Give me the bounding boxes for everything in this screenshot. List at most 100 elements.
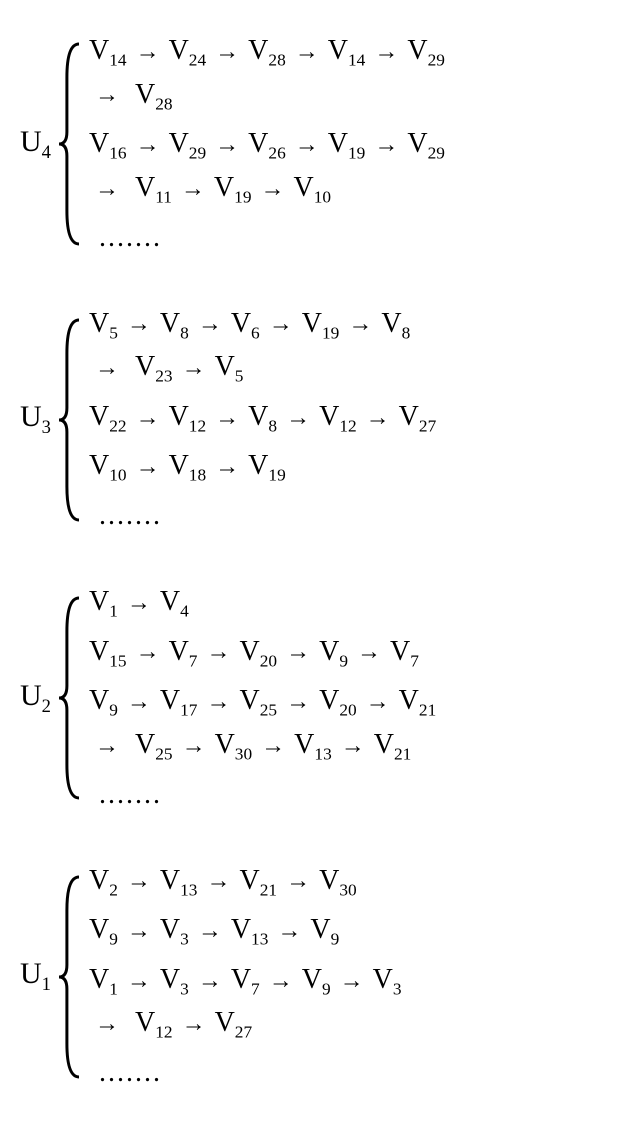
arrow-icon: → — [295, 127, 319, 163]
arrow-icon: → — [136, 400, 160, 436]
arrow-icon: → — [374, 127, 398, 163]
arrow-icon: → — [206, 863, 230, 899]
node: V8 — [160, 303, 189, 347]
ellipsis: ....... — [99, 1052, 162, 1094]
arrow-icon: → — [366, 684, 390, 720]
arrow-icon: → — [127, 963, 151, 999]
arrow-icon: → — [286, 863, 310, 899]
group-u4: U4 V14→V24→V28→V14→V29→ V28V16→V29→V26→V… — [20, 30, 597, 259]
node: V21 — [239, 860, 277, 904]
arrow-icon: → — [374, 34, 398, 70]
node: V15 — [89, 631, 127, 675]
arrow-icon: → — [127, 306, 151, 342]
node: V3 — [160, 909, 189, 953]
node: V8 — [381, 303, 410, 347]
node: V13 — [294, 724, 332, 768]
arrow-icon: → — [95, 171, 119, 207]
group-content: V1→V4V15→V7→V20→V9→V7V9→V17→V25→V20→V21→… — [89, 581, 597, 816]
arrow-icon: → — [215, 34, 239, 70]
group-label-main: U — [20, 957, 42, 990]
node: V9 — [310, 909, 339, 953]
arrow-icon: → — [95, 1006, 119, 1042]
sequence-row: V15→V7→V20→V9→V7 — [89, 631, 597, 675]
node: V5 — [89, 303, 118, 347]
brace-icon — [57, 40, 79, 248]
node: V29 — [407, 30, 445, 74]
node: V10 — [294, 167, 332, 211]
group-label-sub: 2 — [42, 696, 51, 717]
arrow-icon: → — [261, 171, 285, 207]
arrow-icon: → — [127, 863, 151, 899]
group-label-main: U — [20, 679, 42, 712]
node: V27 — [399, 396, 437, 440]
arrow-icon: → — [340, 963, 364, 999]
node: V25 — [135, 724, 173, 768]
group-label-sub: 4 — [42, 142, 51, 163]
node: V28 — [135, 74, 173, 118]
node: V2 — [89, 860, 118, 904]
arrow-icon: → — [127, 913, 151, 949]
arrow-icon: → — [286, 684, 310, 720]
arrow-icon: → — [182, 1006, 206, 1042]
sequence-row: V9→V3→V13→V9 — [89, 909, 565, 953]
node: V20 — [239, 631, 277, 675]
arrow-icon: → — [286, 634, 310, 670]
arrow-icon: → — [286, 400, 310, 436]
node: V12 — [169, 396, 207, 440]
arrow-icon: → — [295, 34, 319, 70]
group-label: U4 — [20, 125, 51, 164]
brace-icon — [57, 594, 79, 802]
node: V14 — [89, 30, 127, 74]
sequence-row: V2→V13→V21→V30 — [89, 860, 565, 904]
ellipsis: ....... — [99, 495, 162, 537]
arrow-icon: → — [136, 449, 160, 485]
group-u1: U1 V2→V13→V21→V30 V9→V3→V13→V9 V1→V3→V7→V9… — [20, 860, 597, 1095]
arrow-icon: → — [127, 585, 151, 621]
arrow-icon: → — [206, 634, 230, 670]
node: V9 — [319, 631, 348, 675]
node: V6 — [231, 303, 260, 347]
node: V3 — [160, 959, 189, 1003]
sequence-row: V22→V12→V8→V12→V27 — [89, 396, 565, 440]
node: V16 — [89, 123, 127, 167]
node: V21 — [374, 724, 412, 768]
arrow-icon: → — [198, 306, 222, 342]
node: V30 — [215, 724, 253, 768]
node: V19 — [248, 445, 286, 489]
node: V28 — [248, 30, 286, 74]
node: V18 — [169, 445, 207, 489]
ellipsis: ....... — [99, 774, 162, 816]
node: V1 — [89, 959, 118, 1003]
ellipsis: ....... — [99, 217, 162, 259]
node: V27 — [215, 1002, 253, 1046]
brace-icon — [57, 316, 79, 524]
arrow-icon: → — [136, 634, 160, 670]
node: V17 — [160, 680, 198, 724]
brace-icon — [57, 873, 79, 1081]
sequence-row: V9→V17→V25→V20→V21→ V25→V30→V13→V21 — [89, 680, 597, 767]
arrow-icon: → — [95, 728, 119, 764]
sequence-row: V5→V8→V6→V19→V8→ V23→V5 — [89, 303, 565, 390]
sequence-row: V1→V3→V7→V9→V3→ V12→V27 — [89, 959, 565, 1046]
arrow-icon: → — [366, 400, 390, 436]
node: V1 — [89, 581, 118, 625]
arrow-icon: → — [182, 350, 206, 386]
arrow-icon: → — [261, 728, 285, 764]
group-u3: U3 V5→V8→V6→V19→V8→ V23→V5V22→V12→V8→V12… — [20, 303, 597, 538]
node: V22 — [89, 396, 127, 440]
node: V7 — [169, 631, 198, 675]
node: V14 — [328, 30, 366, 74]
group-content: V5→V8→V6→V19→V8→ V23→V5 V22→V12→V8→V12→V2… — [89, 303, 565, 538]
arrow-icon: → — [348, 306, 372, 342]
arrow-icon: → — [215, 400, 239, 436]
group-content: V14→V24→V28→V14→V29→ V28V16→V29→V26→V19→… — [89, 30, 597, 259]
node: V10 — [89, 445, 127, 489]
group-label-sub: 1 — [42, 974, 51, 995]
group-u2: U2 V1→V4V15→V7→V20→V9→V7V9→V17→V25→V20→V… — [20, 581, 597, 816]
node: V19 — [328, 123, 366, 167]
arrow-icon: → — [136, 127, 160, 163]
arrow-icon: → — [198, 913, 222, 949]
node: V9 — [89, 909, 118, 953]
node: V12 — [135, 1002, 173, 1046]
group-label: U2 — [20, 679, 51, 718]
